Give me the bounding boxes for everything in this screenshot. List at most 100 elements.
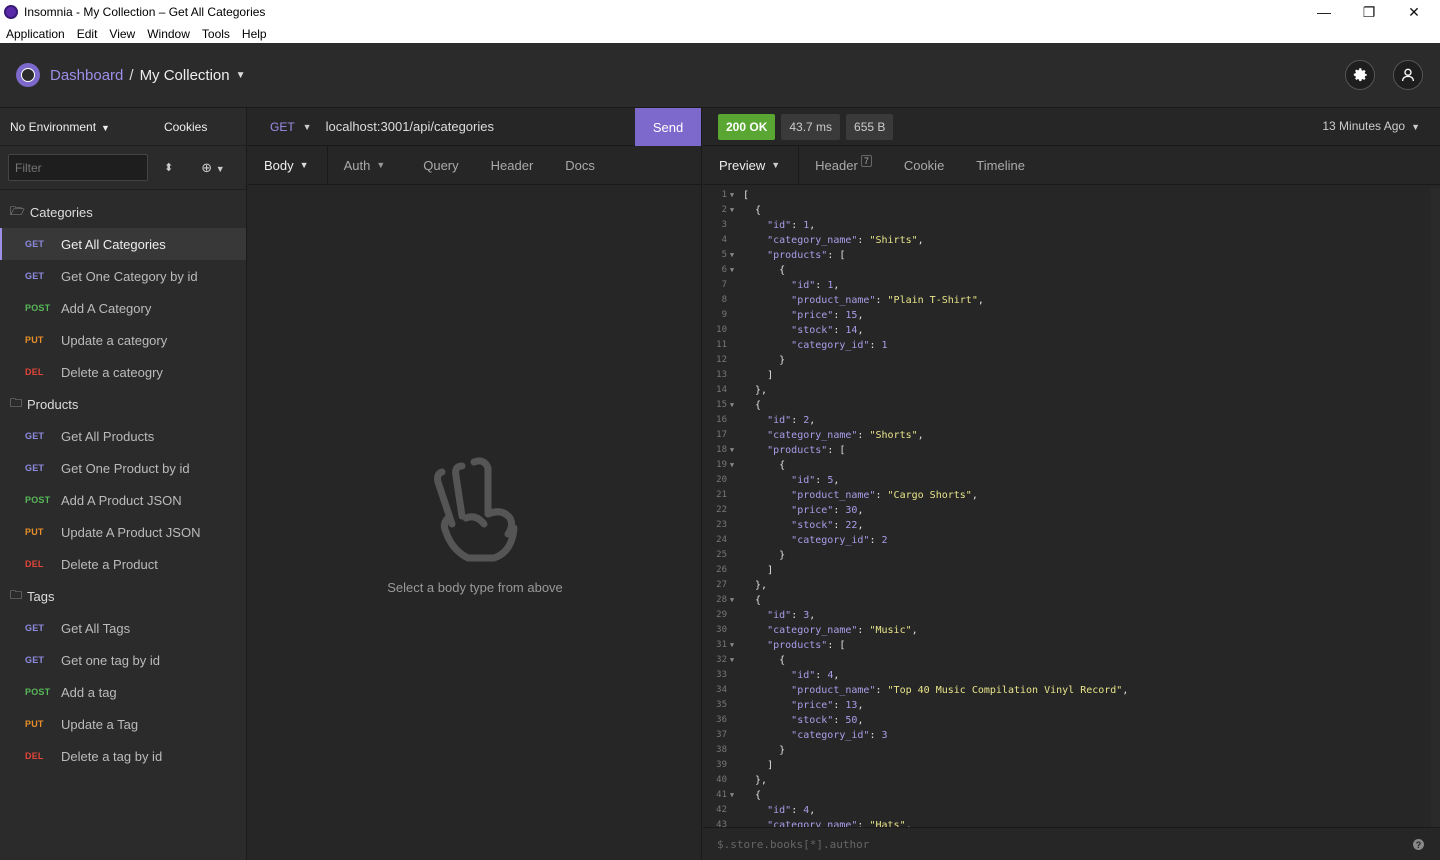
gear-icon[interactable]: [1345, 60, 1375, 90]
sidebar-folder-products[interactable]: 🗀 Products: [0, 388, 246, 420]
tab-body[interactable]: Body ▼: [248, 146, 328, 184]
response-scrollbar[interactable]: [1431, 188, 1440, 827]
tab-header[interactable]: Header: [475, 146, 550, 184]
insomnia-logo-icon[interactable]: [16, 63, 40, 87]
line-number: 14: [716, 385, 727, 395]
sidebar-request-item[interactable]: GET Get All Products: [0, 420, 246, 452]
breadcrumb-dashboard[interactable]: Dashboard: [50, 67, 123, 84]
code-text: "id": 5,: [791, 475, 840, 486]
sidebar-request-item[interactable]: GET Get One Category by id: [0, 260, 246, 292]
menu-view[interactable]: View: [103, 27, 141, 41]
code-line: 10 "stock": 14,: [703, 323, 1431, 338]
sidebar-folder-categories[interactable]: 🗁 Categories: [0, 196, 246, 228]
fold-toggle-icon[interactable]: ▼: [727, 443, 737, 458]
sort-icon[interactable]: ⬍: [164, 161, 173, 174]
line-number: 10: [716, 325, 727, 335]
minimize-button[interactable]: —: [1301, 0, 1347, 24]
header-count-badge: 7: [860, 155, 872, 167]
method-badge: POST: [25, 303, 51, 313]
code-text: "id": 2,: [767, 415, 816, 426]
code-line: 19 ▼ {: [703, 458, 1431, 473]
url-input[interactable]: localhost:3001/api/categories: [326, 119, 494, 134]
line-number: 1: [721, 190, 727, 200]
chevron-down-icon[interactable]: ▼: [303, 122, 312, 132]
menu-window[interactable]: Window: [141, 27, 196, 41]
method-badge: POST: [25, 687, 51, 697]
fold-toggle-icon[interactable]: ▼: [727, 188, 737, 203]
sidebar-request-item[interactable]: GET Get one tag by id: [0, 644, 246, 676]
fold-toggle-icon: [727, 668, 737, 683]
code-line: 14 },: [703, 383, 1431, 398]
close-button[interactable]: ✕: [1391, 0, 1437, 24]
menu-application[interactable]: Application: [0, 27, 71, 41]
menu-edit[interactable]: Edit: [71, 27, 104, 41]
fold-toggle-icon[interactable]: ▼: [727, 203, 737, 218]
chevron-down-icon[interactable]: ▼: [236, 70, 246, 81]
fold-toggle-icon[interactable]: ▼: [727, 398, 737, 413]
response-history-dropdown[interactable]: 13 Minutes Ago ▼: [1322, 119, 1420, 133]
fold-toggle-icon[interactable]: ▼: [727, 248, 737, 263]
menu-tools[interactable]: Tools: [196, 27, 236, 41]
environment-selector[interactable]: No Environment ▼: [10, 120, 110, 134]
sidebar-request-item[interactable]: GET Get One Product by id: [0, 452, 246, 484]
restore-button[interactable]: ❐: [1346, 0, 1392, 24]
method-badge: GET: [25, 623, 45, 633]
code-text: "category_name": "Music",: [767, 625, 918, 636]
help-icon[interactable]: ?: [1413, 839, 1424, 850]
sidebar-request-item[interactable]: DEL Delete a Product: [0, 548, 246, 580]
tab-preview[interactable]: Preview ▼: [703, 146, 800, 184]
code-text: "category_name": "Shorts",: [767, 430, 924, 441]
sidebar-folder-tags[interactable]: 🗀 Tags: [0, 580, 246, 612]
tab-timeline[interactable]: Timeline: [960, 146, 1041, 184]
tab-query[interactable]: Query: [401, 146, 474, 184]
code-line: 2 ▼ {: [703, 203, 1431, 218]
tab-docs[interactable]: Docs: [549, 146, 611, 184]
tab-auth[interactable]: Auth ▼: [328, 146, 402, 184]
response-filter-input[interactable]: $.store.books[*].author: [717, 838, 869, 851]
menu-bar: Application Edit View Window Tools Help: [0, 24, 1440, 43]
sidebar-request-item[interactable]: POST Add a tag: [0, 676, 246, 708]
fold-toggle-icon[interactable]: ▼: [727, 653, 737, 668]
fold-toggle-icon[interactable]: ▼: [727, 263, 737, 278]
line-number: 24: [716, 535, 727, 545]
sidebar-request-item[interactable]: DEL Delete a tag by id: [0, 740, 246, 772]
code-line: 34 "product_name": "Top 40 Music Compila…: [703, 683, 1431, 698]
sidebar-request-item[interactable]: PUT Update a Tag: [0, 708, 246, 740]
fold-toggle-icon[interactable]: ▼: [727, 788, 737, 803]
tab-cookie[interactable]: Cookie: [888, 146, 960, 184]
breadcrumb-collection[interactable]: My Collection: [140, 67, 230, 84]
response-size-badge: 655 B: [846, 113, 894, 140]
user-icon[interactable]: [1393, 60, 1423, 90]
sidebar-request-item[interactable]: PUT Update a category: [0, 324, 246, 356]
sidebar-request-item[interactable]: GET Get All Categories: [0, 228, 246, 260]
sidebar-request-item[interactable]: POST Add A Product JSON: [0, 484, 246, 516]
line-number: 40: [716, 775, 727, 785]
code-line: 16 "id": 2,: [703, 413, 1431, 428]
request-name: Add a tag: [61, 684, 117, 700]
fold-toggle-icon: [727, 218, 737, 233]
code-line: 43 "category_name": "Hats",: [703, 818, 1431, 827]
code-line: 32 ▼ {: [703, 653, 1431, 668]
request-name: Update A Product JSON: [61, 524, 201, 540]
send-button[interactable]: Send: [635, 108, 701, 146]
response-body-viewer[interactable]: 1 ▼[2 ▼ {3 "id": 1, 4 "category_name": "Shi…: [703, 188, 1431, 827]
sidebar-request-item[interactable]: DEL Delete a cateogry: [0, 356, 246, 388]
line-number: 11: [716, 340, 727, 350]
menu-help[interactable]: Help: [236, 27, 273, 41]
fold-toggle-icon[interactable]: ▼: [727, 458, 737, 473]
method-selector[interactable]: GET: [270, 120, 295, 134]
sidebar-request-item[interactable]: POST Add A Category: [0, 292, 246, 324]
method-badge: POST: [25, 495, 51, 505]
fold-toggle-icon[interactable]: ▼: [727, 593, 737, 608]
fold-toggle-icon[interactable]: ▼: [727, 638, 737, 653]
sidebar-filter-input[interactable]: [8, 154, 148, 181]
add-plus-icon[interactable]: ⊕ ▼: [201, 160, 224, 176]
sidebar-request-item[interactable]: GET Get All Tags: [0, 612, 246, 644]
code-line: 31 ▼ "products": [: [703, 638, 1431, 653]
cookies-button[interactable]: Cookies: [164, 120, 207, 134]
sidebar-request-item[interactable]: PUT Update A Product JSON: [0, 516, 246, 548]
code-text: "stock": 50,: [791, 715, 864, 726]
fold-toggle-icon: [727, 353, 737, 368]
line-number: 7: [721, 280, 727, 290]
tab-response-header[interactable]: Header 7: [799, 146, 888, 184]
